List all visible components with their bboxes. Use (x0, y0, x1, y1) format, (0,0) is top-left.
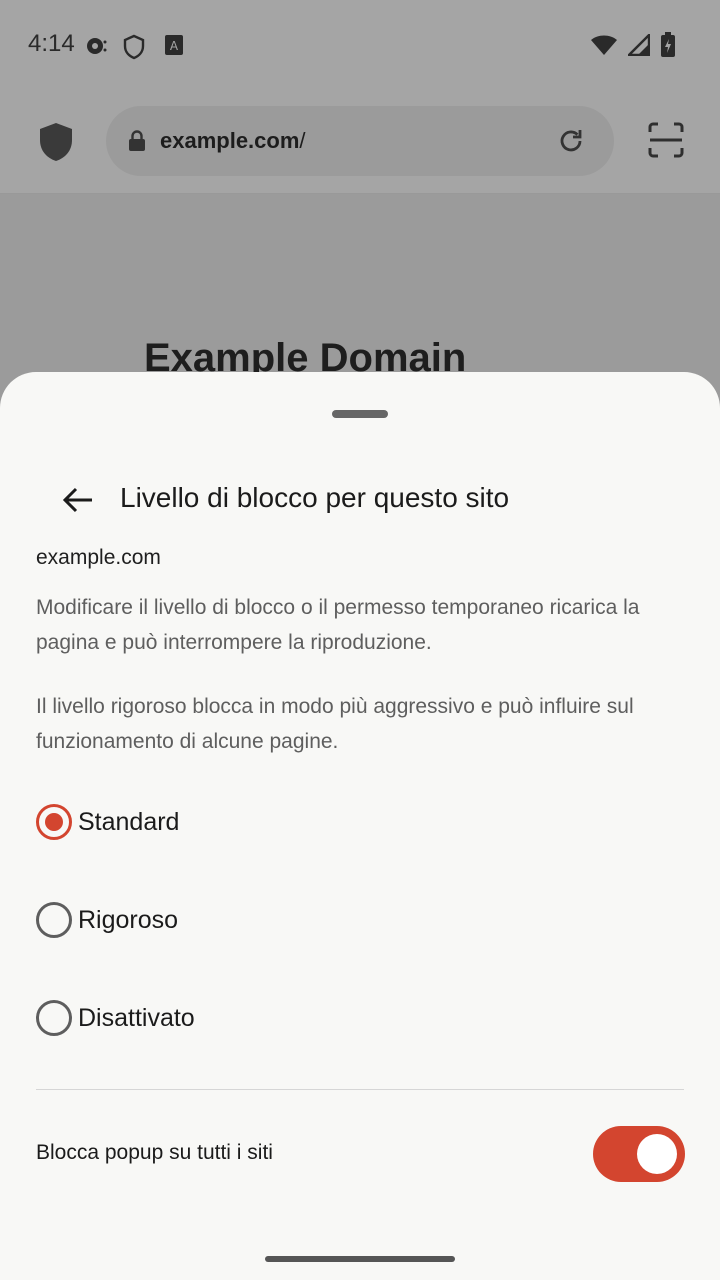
sheet-title: Livello di blocco per questo sito (120, 482, 510, 513)
divider (36, 1089, 684, 1090)
back-button[interactable] (56, 478, 100, 522)
reload-icon[interactable] (556, 126, 586, 161)
status-right (590, 32, 676, 58)
url-path: / (299, 128, 306, 153)
svg-text:A: A (170, 39, 179, 53)
scan-qr-icon[interactable] (648, 122, 684, 163)
radio-disattivato[interactable] (36, 1000, 72, 1036)
signal-icon (628, 34, 650, 56)
option-standard[interactable]: Standard (36, 792, 686, 852)
url-host: example.com (160, 128, 300, 153)
url-text[interactable]: example.com/ (160, 128, 306, 154)
status-bar: 4:14 A (0, 0, 720, 92)
gesture-nav-handle[interactable] (265, 1256, 455, 1262)
browser-toolbar: example.com/ (0, 92, 720, 194)
option-rigoroso[interactable]: Rigoroso (36, 890, 686, 950)
back-arrow-icon (62, 487, 92, 513)
site-domain: example.com (36, 546, 161, 569)
battery-icon (661, 32, 675, 57)
tracking-protection-shield-icon[interactable] (38, 122, 74, 167)
blocking-level-sheet: Livello di blocco per questo sito exampl… (0, 372, 720, 1280)
radio-rigoroso[interactable] (36, 902, 72, 938)
option-label: Disattivato (78, 1003, 195, 1032)
url-bar[interactable]: example.com/ (106, 106, 614, 176)
description-reload: Modificare il livello di blocco o il per… (36, 596, 640, 654)
vpn-shield-icon (122, 34, 146, 65)
popup-block-label: Blocca popup su tutti i siti (36, 1141, 273, 1164)
media-icon (84, 34, 108, 63)
wifi-icon (591, 35, 617, 55)
popup-block-toggle[interactable] (593, 1126, 685, 1182)
lock-icon[interactable] (128, 130, 146, 157)
sheet-drag-handle[interactable] (332, 410, 388, 418)
option-label: Rigoroso (78, 905, 179, 934)
keyboard-a-icon: A (164, 34, 184, 61)
description-strict: Il livello rigoroso blocca in modo più a… (36, 695, 634, 753)
status-time: 4:14 (28, 30, 75, 57)
toggle-knob (637, 1134, 677, 1174)
radio-standard[interactable] (36, 804, 72, 840)
option-disattivato[interactable]: Disattivato (36, 988, 686, 1048)
option-label: Standard (78, 807, 180, 836)
